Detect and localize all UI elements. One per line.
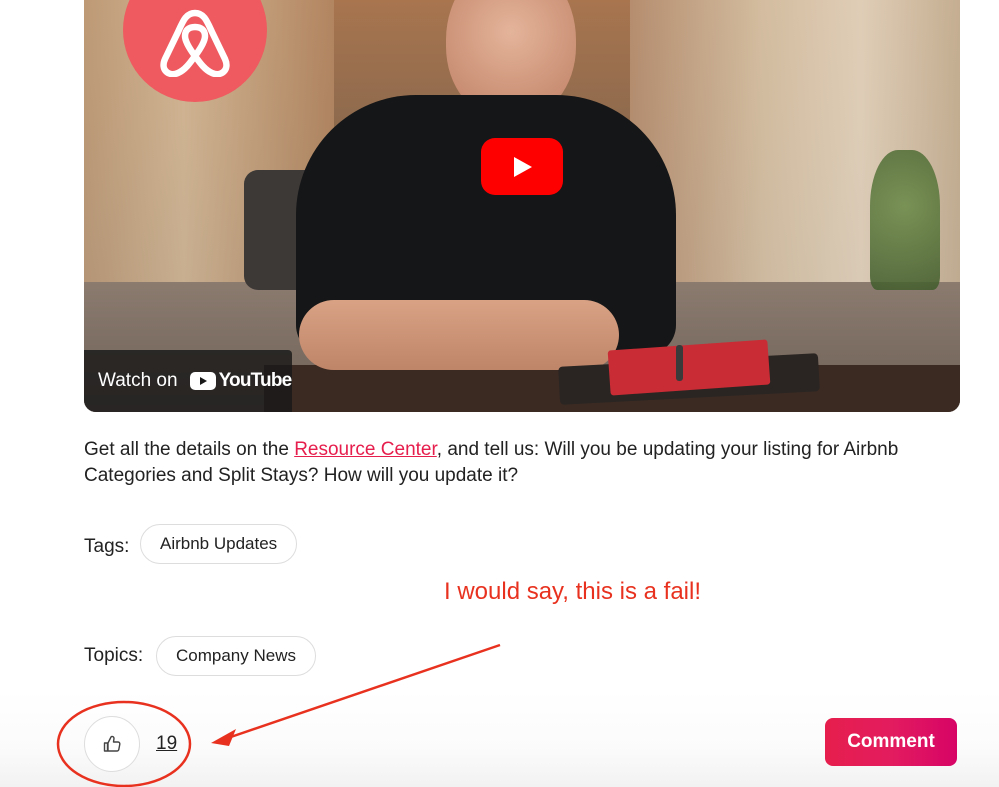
video-embed[interactable]: Watch on YouTube: [84, 0, 960, 412]
post-body: Get all the details on the Resource Cent…: [84, 437, 964, 489]
comment-button[interactable]: Comment: [825, 718, 957, 766]
topics-label: Topics:: [84, 645, 144, 666]
video-plant: [870, 150, 940, 290]
youtube-wordmark: YouTube: [218, 370, 293, 391]
youtube-icon: [189, 372, 216, 390]
thumbs-up-icon: [103, 735, 121, 752]
watch-on-label: Watch on: [98, 370, 178, 391]
post-text-start: Get all the details on the: [84, 439, 295, 460]
play-icon: [514, 156, 532, 177]
topic-chip-company-news[interactable]: Company News: [156, 636, 316, 676]
video-pen: [676, 345, 683, 381]
tag-chip-airbnb-updates[interactable]: Airbnb Updates: [140, 524, 298, 564]
watch-on-youtube-button[interactable]: Watch on YouTube: [84, 350, 292, 412]
tags-label: Tags:: [84, 536, 130, 557]
annotation-comment: I would say, this is a fail!: [444, 578, 701, 605]
play-button[interactable]: [481, 138, 563, 195]
like-button[interactable]: [84, 716, 140, 772]
resource-center-link[interactable]: Resource Center: [294, 439, 437, 460]
presenter-arms: [299, 300, 619, 370]
youtube-logo: YouTube: [189, 370, 293, 392]
like-count[interactable]: 19: [156, 733, 177, 755]
